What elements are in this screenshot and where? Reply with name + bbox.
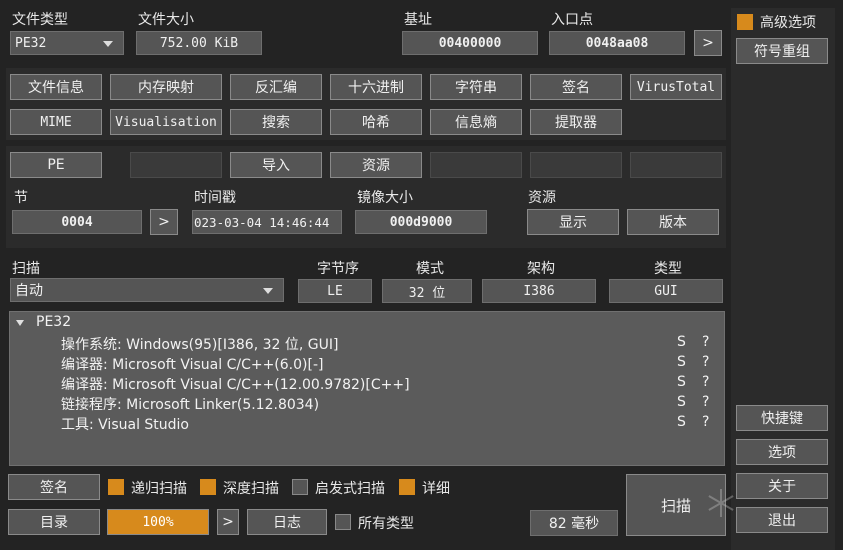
disassembly-button[interactable]: 反汇编 — [230, 74, 322, 100]
tree-root-pe32[interactable]: PE32 — [36, 314, 71, 330]
file-info-button[interactable]: 文件信息 — [10, 74, 102, 100]
advanced-options-checkbox[interactable] — [737, 14, 753, 30]
options-button[interactable]: 选项 — [736, 439, 828, 465]
chevron-down-icon — [263, 288, 273, 294]
file-type-select[interactable]: PE32 — [10, 31, 124, 55]
mode-label: 模式 — [416, 261, 444, 277]
virustotal-button[interactable]: VirusTotal — [630, 74, 722, 100]
heuristic-scan-checkbox[interactable] — [292, 479, 308, 495]
result-item-linker[interactable]: 链接程序: Microsoft Linker(5.12.8034) — [61, 394, 319, 414]
symbol-rename-button[interactable]: 符号重组 — [736, 38, 828, 64]
base-address-field[interactable]: 00400000 — [402, 31, 538, 55]
all-types-checkbox[interactable] — [335, 514, 351, 530]
section-label: 节 — [14, 190, 28, 206]
hash-button[interactable]: 哈希 — [330, 109, 422, 135]
strings-button[interactable]: 字符串 — [430, 74, 522, 100]
result-item-tool-s[interactable]: S — [677, 414, 686, 430]
disabled-button-2 — [430, 152, 522, 178]
disabled-button-4 — [630, 152, 722, 178]
result-item-tool-q[interactable]: ? — [702, 414, 709, 430]
section-go-button[interactable]: > — [150, 209, 178, 235]
entropy-button[interactable]: 信息熵 — [430, 109, 522, 135]
scan-time-field: 82 毫秒 — [530, 510, 618, 536]
result-item-tool[interactable]: 工具: Visual Studio — [61, 414, 189, 434]
recursive-scan-label: 递归扫描 — [131, 481, 187, 497]
progress-text: 100% — [142, 514, 174, 530]
scan-mode-value: 自动 — [15, 283, 43, 299]
base-address-label: 基址 — [404, 12, 432, 28]
result-item-linker-s[interactable]: S — [677, 394, 686, 410]
mime-button[interactable]: MIME — [10, 109, 102, 135]
recursive-scan-checkbox[interactable] — [108, 479, 124, 495]
imports-button[interactable]: 导入 — [230, 152, 322, 178]
entry-point-go-button[interactable]: > — [694, 30, 722, 56]
show-resources-button[interactable]: 显示 — [527, 209, 619, 235]
search-button[interactable]: 搜索 — [230, 109, 322, 135]
progress-go-button[interactable]: > — [217, 509, 239, 535]
deep-scan-label: 深度扫描 — [223, 481, 279, 497]
heuristic-scan-label: 启发式扫描 — [315, 481, 385, 497]
chevron-down-icon — [103, 41, 113, 47]
directory-button[interactable]: 目录 — [8, 509, 100, 535]
result-item-compiler-1-q[interactable]: ? — [702, 354, 709, 370]
memory-map-button[interactable]: 内存映射 — [110, 74, 222, 100]
entry-point-label: 入口点 — [551, 12, 593, 28]
result-item-compiler-1-s[interactable]: S — [677, 354, 686, 370]
extractor-button[interactable]: 提取器 — [530, 109, 622, 135]
about-button[interactable]: 关于 — [736, 473, 828, 499]
section-count-field: 0004 — [12, 210, 142, 234]
scan-label: 扫描 — [12, 261, 40, 277]
snowflake-icon — [708, 489, 734, 517]
timestamp-field: 023-03-04 14:46:44 — [192, 210, 342, 234]
result-item-compiler-2-s[interactable]: S — [677, 374, 686, 390]
triangle-down-icon[interactable] — [16, 320, 24, 326]
type-field: GUI — [609, 279, 723, 303]
mode-field: 32 位 — [382, 279, 472, 303]
type-label: 类型 — [654, 261, 682, 277]
disabled-button-3 — [530, 152, 622, 178]
result-item-compiler-1[interactable]: 编译器: Microsoft Visual C/C++(6.0)[-] — [61, 354, 323, 374]
exit-button[interactable]: 退出 — [736, 507, 828, 533]
verbose-label: 详细 — [422, 481, 450, 497]
entry-point-field[interactable]: 0048aa08 — [549, 31, 685, 55]
architecture-field: I386 — [482, 279, 596, 303]
architecture-label: 架构 — [527, 261, 555, 277]
result-item-linker-q[interactable]: ? — [702, 394, 709, 410]
right-panel — [731, 8, 835, 550]
signature-button[interactable]: 签名 — [8, 474, 100, 500]
result-item-os-q[interactable]: ? — [702, 334, 709, 350]
file-type-label: 文件类型 — [12, 12, 68, 28]
scan-mode-select[interactable]: 自动 — [10, 278, 284, 302]
resources-button[interactable]: 资源 — [330, 152, 422, 178]
file-type-value: PE32 — [15, 35, 47, 51]
shortcuts-button[interactable]: 快捷键 — [736, 405, 828, 431]
all-types-label: 所有类型 — [358, 516, 414, 532]
result-item-compiler-2-q[interactable]: ? — [702, 374, 709, 390]
pe-button[interactable]: PE — [10, 152, 102, 178]
signatures-button[interactable]: 签名 — [530, 74, 622, 100]
file-size-label: 文件大小 — [138, 12, 194, 28]
image-size-label: 镜像大小 — [357, 190, 413, 206]
resource-label: 资源 — [528, 190, 556, 206]
result-item-compiler-2[interactable]: 编译器: Microsoft Visual C/C++(12.00.9782)[… — [61, 374, 410, 394]
progress-bar: 100% — [107, 509, 209, 535]
deep-scan-checkbox[interactable] — [200, 479, 216, 495]
visualisation-button[interactable]: Visualisation — [110, 109, 222, 135]
timestamp-label: 时间戳 — [194, 190, 236, 206]
result-item-os-s[interactable]: S — [677, 334, 686, 350]
image-size-field: 000d9000 — [355, 210, 487, 234]
endianness-field: LE — [298, 279, 372, 303]
log-button[interactable]: 日志 — [247, 509, 327, 535]
disabled-button-1 — [130, 152, 222, 178]
endianness-label: 字节序 — [317, 261, 359, 277]
result-item-os[interactable]: 操作系统: Windows(95)[I386, 32 位, GUI] — [61, 334, 338, 354]
advanced-options-label: 高级选项 — [760, 15, 816, 31]
verbose-checkbox[interactable] — [399, 479, 415, 495]
file-size-field: 752.00 KiB — [136, 31, 262, 55]
version-button[interactable]: 版本 — [627, 209, 719, 235]
hex-button[interactable]: 十六进制 — [330, 74, 422, 100]
